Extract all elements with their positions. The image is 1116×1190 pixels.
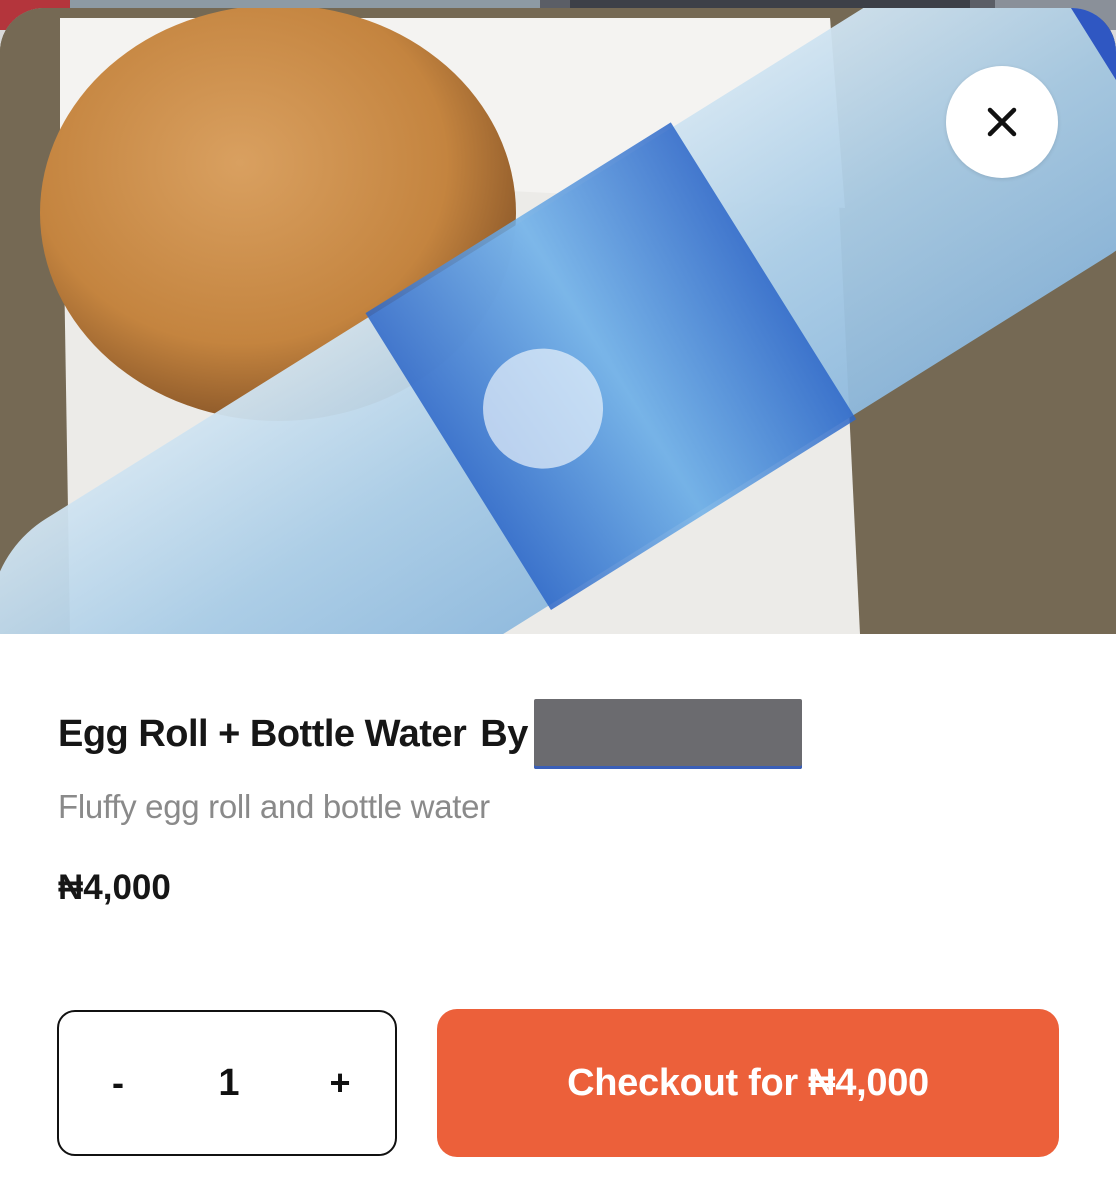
increment-button[interactable]: + (295, 1012, 385, 1154)
product-sheet: Egg Roll + Bottle Water By Fluffy egg ro… (0, 8, 1116, 1190)
product-title: Egg Roll + Bottle Water (58, 712, 467, 755)
product-description: Fluffy egg roll and bottle water (58, 788, 490, 825)
product-title-row: Egg Roll + Bottle Water By (58, 698, 802, 770)
checkout-button[interactable]: Checkout for ₦4,000 (437, 1009, 1059, 1157)
vendor-name-redacted (533, 699, 802, 769)
product-price: ₦4,000 (58, 868, 171, 907)
close-icon (987, 107, 1017, 137)
close-button[interactable] (946, 66, 1058, 178)
quantity-value: 1 (218, 1061, 240, 1104)
vendor-by-label: By (480, 712, 528, 755)
product-image (0, 8, 1116, 634)
decrement-button[interactable]: - (73, 1012, 163, 1154)
quantity-stepper: - 1 + (57, 1010, 397, 1156)
